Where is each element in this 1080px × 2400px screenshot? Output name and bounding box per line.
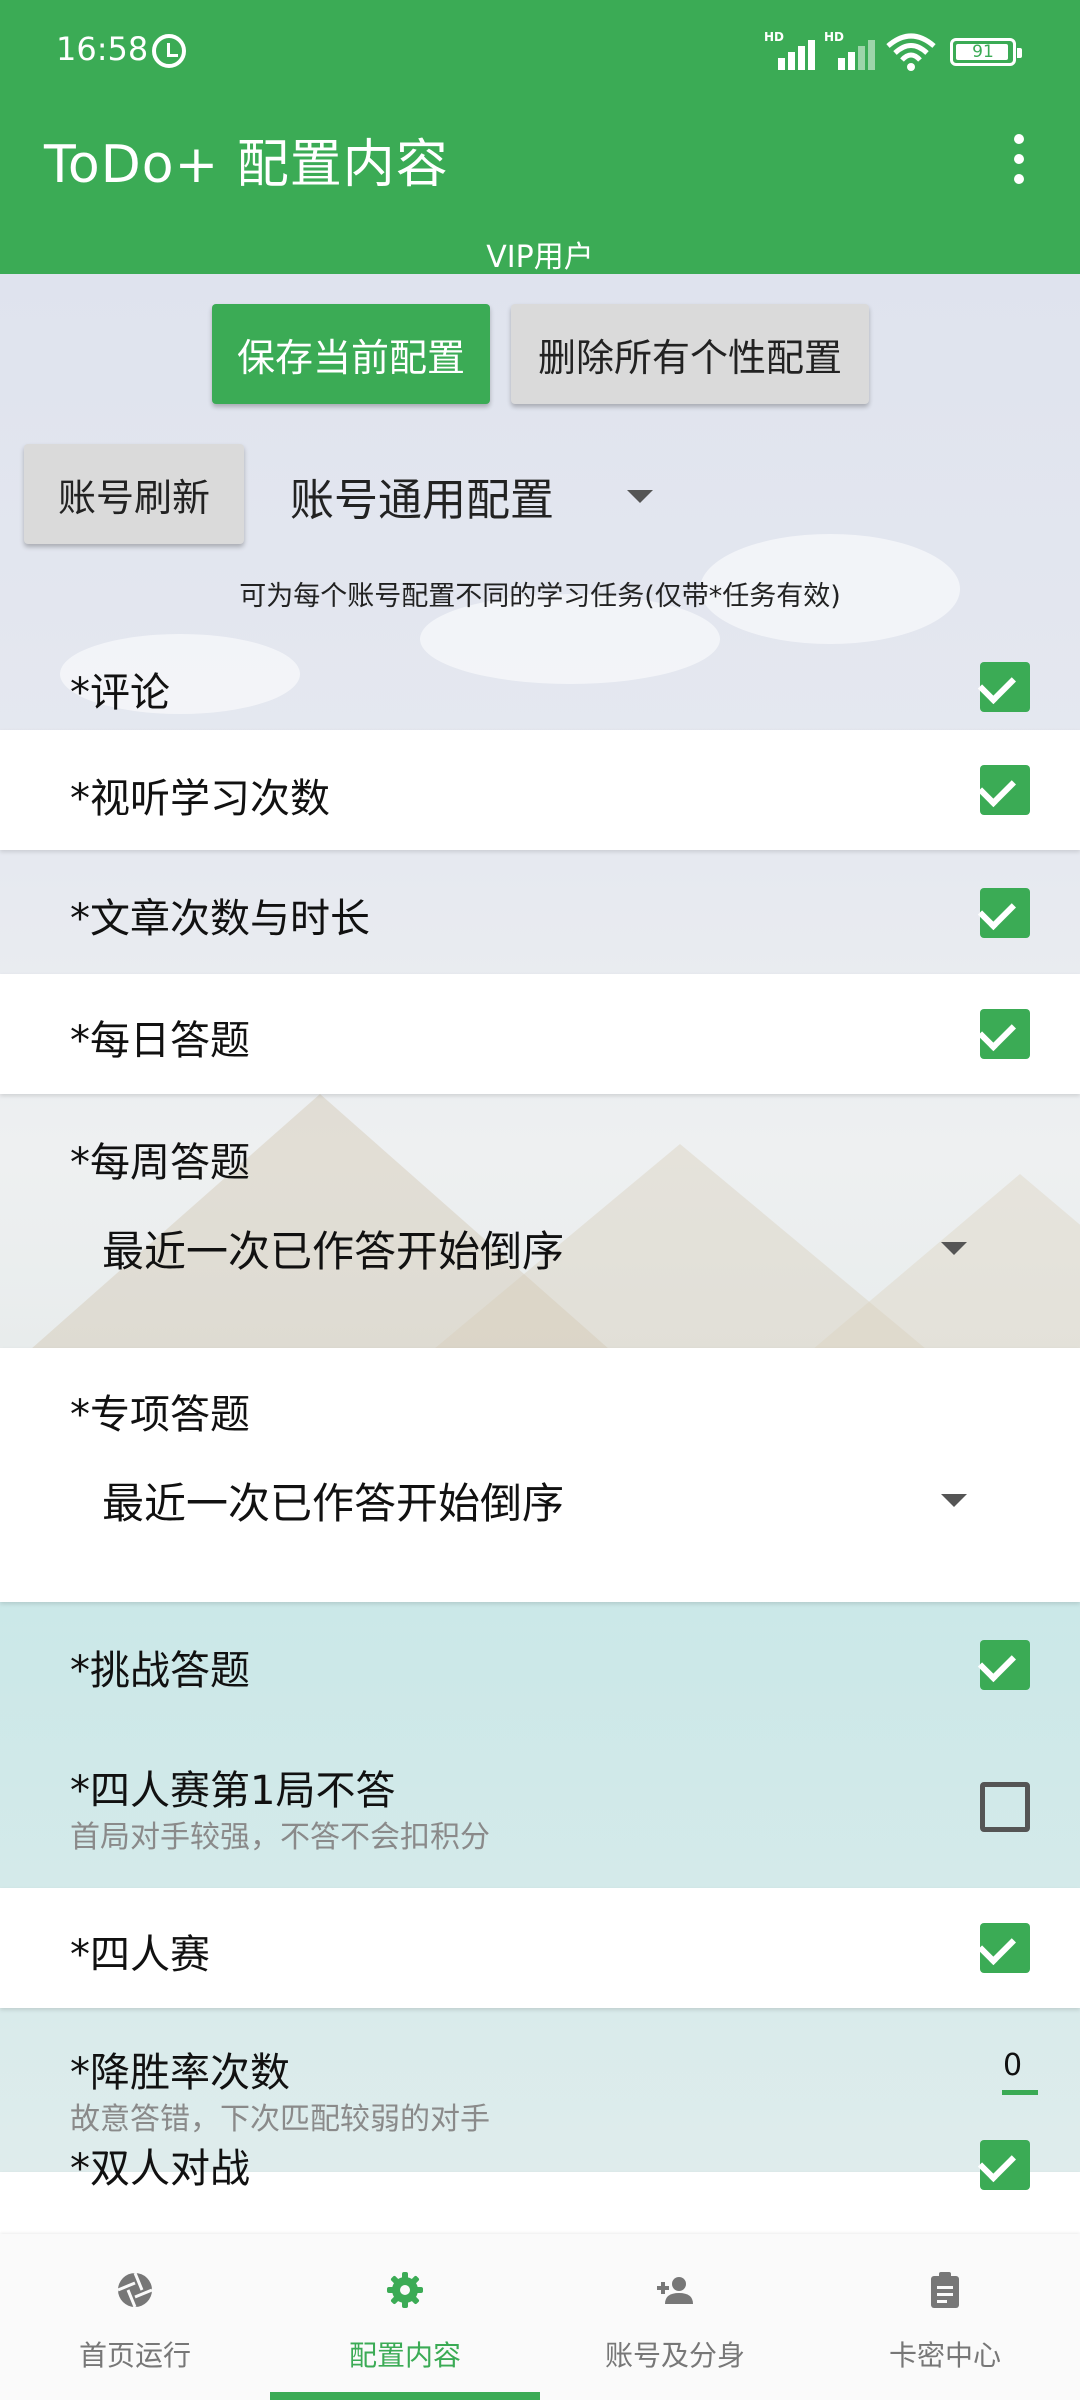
setting-row-special-quiz: *专项答题 最近一次已作答开始倒序 (0, 1348, 1080, 1602)
clipboard-icon (931, 2272, 959, 2308)
setting-label: *降胜率次数 (70, 2050, 290, 2096)
app-bar: 16:58 HD HD 91 ToDo+ 配置内容 VIP用户 (0, 0, 1080, 275)
setting-row-four-first-skip[interactable]: *四人赛第1局不答 首局对手较强，不答不会扣积分 (0, 1728, 1080, 1888)
active-tab-indicator (270, 2392, 540, 2400)
setting-row-daily-quiz[interactable]: *每日答题 (0, 974, 1080, 1094)
checkbox-unchecked[interactable] (980, 1782, 1030, 1832)
account-refresh-button[interactable]: 账号刷新 (24, 444, 244, 544)
setting-label: *视听学习次数 (70, 776, 330, 822)
dropdown-caret-icon (941, 1242, 967, 1255)
setting-sublabel: 首局对手较强，不答不会扣积分 (70, 1820, 490, 1855)
input-underline (1002, 2090, 1038, 2095)
checkbox-checked[interactable] (980, 1009, 1030, 1059)
setting-label: *每日答题 (70, 1018, 250, 1064)
add-person-icon (657, 2277, 693, 2304)
dropdown-caret-icon (627, 490, 653, 503)
page-title: ToDo+ 配置内容 (44, 135, 449, 195)
nav-accounts[interactable]: 账号及分身 (540, 2234, 810, 2400)
setting-label: *评论 (70, 670, 170, 716)
nav-label: 卡密中心 (888, 2339, 1001, 2372)
dropdown-caret-icon (941, 1494, 967, 1507)
setting-row-audio-video[interactable]: *视听学习次数 (0, 730, 1080, 850)
save-config-button[interactable]: 保存当前配置 (212, 304, 490, 404)
checkbox-checked[interactable] (980, 2140, 1030, 2190)
lower-winrate-input[interactable]: 0 (1003, 2048, 1022, 2083)
checkbox-checked[interactable] (980, 888, 1030, 938)
checkbox-checked[interactable] (980, 765, 1030, 815)
gear-icon (387, 2272, 423, 2308)
nav-card-center[interactable]: 卡密中心 (810, 2234, 1080, 2400)
config-hint: 可为每个账号配置不同的学习任务(仅带*任务有效) (239, 581, 841, 612)
status-time: 16:58 (56, 30, 149, 68)
wifi-icon (886, 33, 936, 71)
checkbox-checked[interactable] (980, 1923, 1030, 1973)
setting-row-article[interactable]: *文章次数与时长 (0, 850, 1080, 974)
nav-label: 配置内容 (348, 2339, 461, 2372)
setting-label: *挑战答题 (70, 1648, 250, 1694)
setting-sublabel: 故意答错，下次匹配较弱的对手 (70, 2102, 490, 2137)
setting-label: *每周答题 (70, 1140, 250, 1186)
alarm-icon (152, 34, 186, 68)
bottom-nav: 首页运行 配置内容 账号及分身 卡密中心 (0, 2234, 1080, 2400)
checkbox-checked[interactable] (980, 662, 1030, 712)
setting-label: *四人赛 (70, 1932, 210, 1978)
setting-row-challenge-quiz[interactable]: *挑战答题 (0, 1602, 1080, 1728)
account-select-value: 账号通用配置 (290, 475, 554, 526)
aperture-icon (117, 2272, 153, 2308)
setting-row-comment[interactable]: *评论 (0, 630, 1080, 740)
select-value: 最近一次已作答开始倒序 (102, 1227, 565, 1276)
status-bar: 16:58 HD HD 91 (0, 0, 1080, 104)
checkbox-checked[interactable] (980, 1640, 1030, 1690)
signal-icon-2: HD (824, 30, 880, 70)
config-content[interactable]: 保存当前配置 删除所有个性配置 账号刷新 账号通用配置 可为每个账号配置不同的学… (0, 274, 1080, 2292)
delete-all-config-button[interactable]: 删除所有个性配置 (511, 304, 869, 404)
setting-row-four-player[interactable]: *四人赛 (0, 1888, 1080, 2008)
nav-label: 账号及分身 (604, 2339, 745, 2372)
nav-label: 首页运行 (78, 2339, 191, 2372)
select-value: 最近一次已作答开始倒序 (102, 1479, 565, 1528)
setting-label: *文章次数与时长 (70, 896, 370, 942)
battery-icon: 91 (950, 38, 1022, 66)
setting-label: *四人赛第1局不答 (70, 1768, 396, 1814)
setting-label: *双人对战 (70, 2146, 250, 2192)
more-vert-icon[interactable] (996, 126, 1042, 190)
nav-config[interactable]: 配置内容 (270, 2234, 540, 2400)
signal-icon: HD (764, 30, 820, 70)
vip-label: VIP用户 (486, 240, 594, 275)
setting-row-weekly-quiz: *每周答题 最近一次已作答开始倒序 (0, 1094, 1080, 1348)
setting-label: *专项答题 (70, 1392, 250, 1438)
nav-home-run[interactable]: 首页运行 (0, 2234, 270, 2400)
